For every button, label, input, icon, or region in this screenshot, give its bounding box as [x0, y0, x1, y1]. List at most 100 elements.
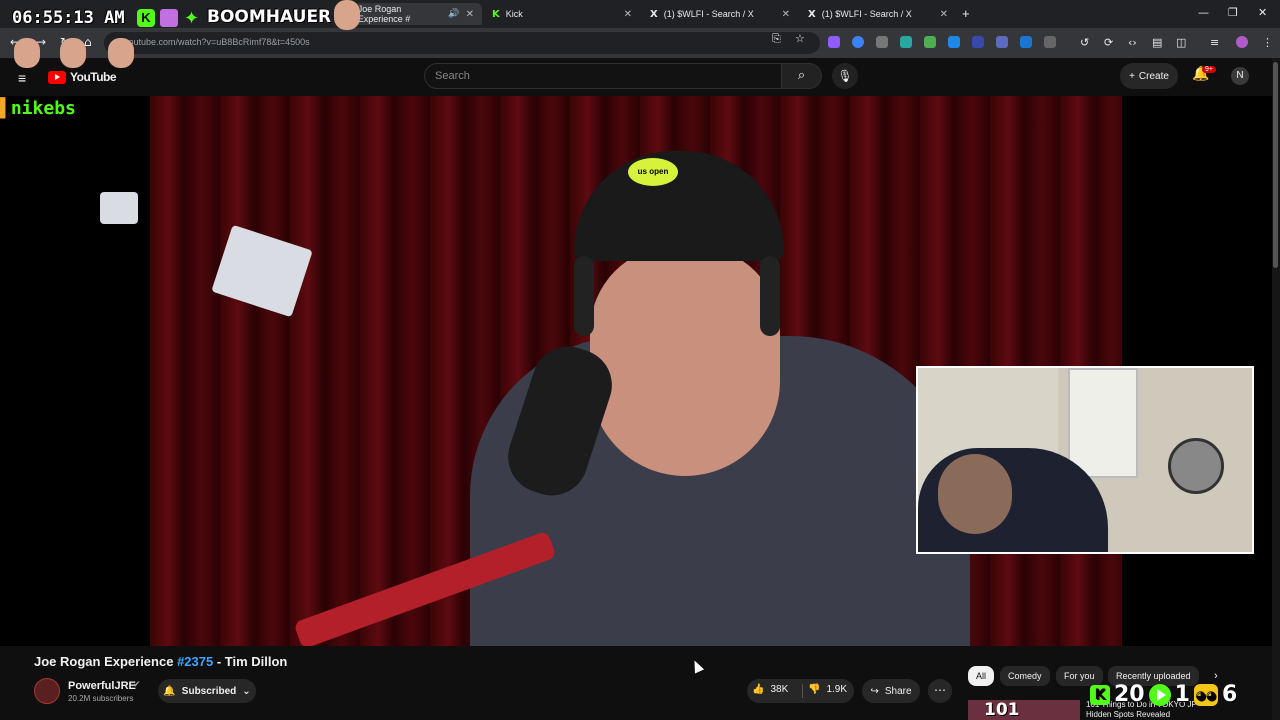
tab-x-label-1: (1) $WLFI - Search / X — [663, 9, 754, 19]
extension-icon[interactable] — [828, 36, 840, 48]
split-icon[interactable]: ◫ — [1176, 36, 1186, 49]
tab-youtube-label: Joe Rogan Experience # — [357, 4, 411, 24]
x-favicon-icon: X — [808, 8, 816, 20]
chip-all[interactable]: All — [968, 666, 995, 686]
channel-name[interactable]: PowerfulJRE — [68, 680, 136, 692]
dislike-count: 1.9K — [826, 684, 848, 695]
search-icon: ⌕ — [797, 68, 806, 83]
chat-badge-icon: ▌ — [0, 98, 11, 119]
video-title: Joe Rogan Experience #2375 - Tim Dillon — [34, 654, 287, 669]
bell-icon: 🔔 — [163, 685, 176, 697]
voice-search-button[interactable]: 🎙 — [832, 63, 858, 89]
search-input[interactable]: Search — [424, 63, 782, 89]
extension-icon[interactable] — [876, 36, 888, 48]
search-placeholder: Search — [435, 70, 470, 82]
url-field[interactable]: youtube.com/watch?v=uB8BcRimf78&t=4500s — [104, 32, 820, 54]
tab-close-icon[interactable]: ✕ — [940, 9, 948, 20]
page-scrollbar-thumb[interactable] — [1273, 62, 1278, 268]
tab-kick-label: Kick — [505, 9, 523, 19]
account-avatar[interactable]: N — [1231, 67, 1249, 85]
like-divider — [802, 684, 803, 698]
profile-icon[interactable] — [1236, 36, 1248, 48]
recommended-video-thumbnail[interactable]: 101 — [968, 700, 1080, 720]
maximize-icon[interactable]: ❐ — [1228, 6, 1238, 19]
chat-emote — [334, 0, 360, 30]
mouse-cursor-icon — [689, 658, 705, 674]
gift-icon — [160, 9, 178, 27]
youtube-play-logo-icon — [48, 70, 66, 84]
video-title-suffix: - Tim Dillon — [213, 654, 288, 669]
like-button[interactable]: 👍 38K — [752, 684, 788, 695]
dislike-button[interactable]: 👎 1.9K — [808, 684, 847, 695]
webcam-person-head — [938, 454, 1012, 534]
floating-emote-sticker-small — [100, 192, 138, 224]
devtools-icon[interactable]: ‹› — [1128, 36, 1137, 49]
headphone-right — [760, 256, 780, 336]
create-button[interactable]: + Create — [1120, 63, 1178, 89]
share-label: Share — [884, 685, 912, 697]
overlay-chat-user: ▌nikebs — [0, 98, 76, 119]
extension-icon[interactable] — [924, 36, 936, 48]
new-tab-button[interactable]: + — [962, 6, 970, 21]
extension-icon[interactable] — [972, 36, 984, 48]
overlay-streamer-name: BOOMHAUER — [207, 7, 332, 27]
menu-kebab-icon[interactable]: ⋮ — [1262, 36, 1273, 49]
recommended-thumb-text: 101 — [984, 700, 1020, 720]
install-app-icon[interactable]: ⎘ — [772, 32, 781, 46]
url-text: youtube.com/watch?v=uB8BcRimf78&t=4500s — [124, 37, 310, 47]
address-bar-row: ← → ↻ ⌂ youtube.com/watch?v=uB8BcRimf78&… — [0, 28, 1280, 58]
channel-avatar[interactable] — [34, 678, 60, 704]
chevron-down-icon: ⌄ — [242, 685, 251, 697]
chat-emote — [60, 38, 86, 68]
tab-close-icon[interactable]: ✕ — [782, 9, 790, 20]
tab-kick[interactable]: K Kick ✕ — [484, 3, 640, 25]
thumbs-down-icon: 👎 — [808, 684, 821, 695]
extension-icon[interactable] — [996, 36, 1008, 48]
tab-close-icon[interactable]: ✕ — [624, 9, 632, 20]
sync-icon[interactable]: ⟳ — [1104, 36, 1113, 49]
streamer-webcam-overlay — [916, 366, 1254, 554]
thumbs-up-icon: 👍 — [752, 684, 765, 695]
close-window-icon[interactable]: ✕ — [1258, 6, 1267, 19]
share-button[interactable]: ↪ Share — [862, 679, 920, 703]
tab-x-label-2: (1) $WLFI - Search / X — [821, 9, 912, 19]
minimize-icon[interactable]: — — [1198, 6, 1209, 19]
video-title-prefix: Joe Rogan Experience — [34, 654, 178, 669]
tab-x-search-2[interactable]: X (1) $WLFI - Search / X ✕ — [800, 3, 956, 25]
bot-counter-icon: ◕◕ — [1193, 683, 1218, 706]
more-actions-button[interactable]: ⋯ — [928, 679, 952, 703]
subscribed-label: Subscribed — [181, 685, 237, 697]
sidebar-icon[interactable]: ▤ — [1152, 36, 1162, 49]
youtube-header: ≡ YouTube Search ⌕ 🎙 + Create 🔔 9+ N — [0, 58, 1280, 96]
video-hashtag[interactable]: #2375 — [177, 654, 213, 669]
chip-comedy[interactable]: Comedy — [1000, 666, 1050, 686]
subscribed-button[interactable]: 🔔 Subscribed ⌄ — [158, 679, 256, 703]
extensions-puzzle-icon[interactable] — [1044, 36, 1056, 48]
microphone-icon: 🎙 — [837, 69, 853, 83]
bookmark-star-icon[interactable]: ☆ — [795, 32, 805, 45]
notification-badge: 9+ — [1202, 66, 1216, 73]
share-arrow-icon: ↪ — [870, 685, 879, 697]
hamburger-menu-icon[interactable]: ≡ — [18, 70, 26, 86]
extension-icon[interactable] — [1020, 36, 1032, 48]
chevron-right-icon[interactable]: › — [1214, 670, 1218, 682]
chat-username: nikebs — [10, 98, 76, 119]
extension-icon[interactable] — [948, 36, 960, 48]
speaker-icon[interactable]: 🔊 — [448, 9, 459, 19]
history-icon[interactable]: ↺ — [1080, 36, 1089, 49]
extension-icon[interactable] — [852, 36, 864, 48]
like-count: 38K — [770, 684, 789, 695]
tab-close-icon[interactable]: ✕ — [466, 9, 474, 20]
extension-icon[interactable] — [900, 36, 912, 48]
search-button[interactable]: ⌕ — [782, 63, 822, 89]
tab-x-search-1[interactable]: X (1) $WLFI - Search / X ✕ — [642, 3, 798, 25]
headphone-left — [574, 256, 594, 336]
x-favicon-icon: X — [650, 8, 658, 20]
youtube-logo[interactable]: YouTube — [48, 70, 117, 84]
chat-emote — [108, 38, 134, 68]
kick-logo-icon: K — [137, 9, 155, 27]
cap-logo: us open — [628, 158, 678, 186]
play-counter-icon — [1148, 683, 1171, 706]
video-frame-person-face — [590, 246, 780, 476]
reading-list-icon[interactable]: ≡ — [1210, 36, 1219, 49]
